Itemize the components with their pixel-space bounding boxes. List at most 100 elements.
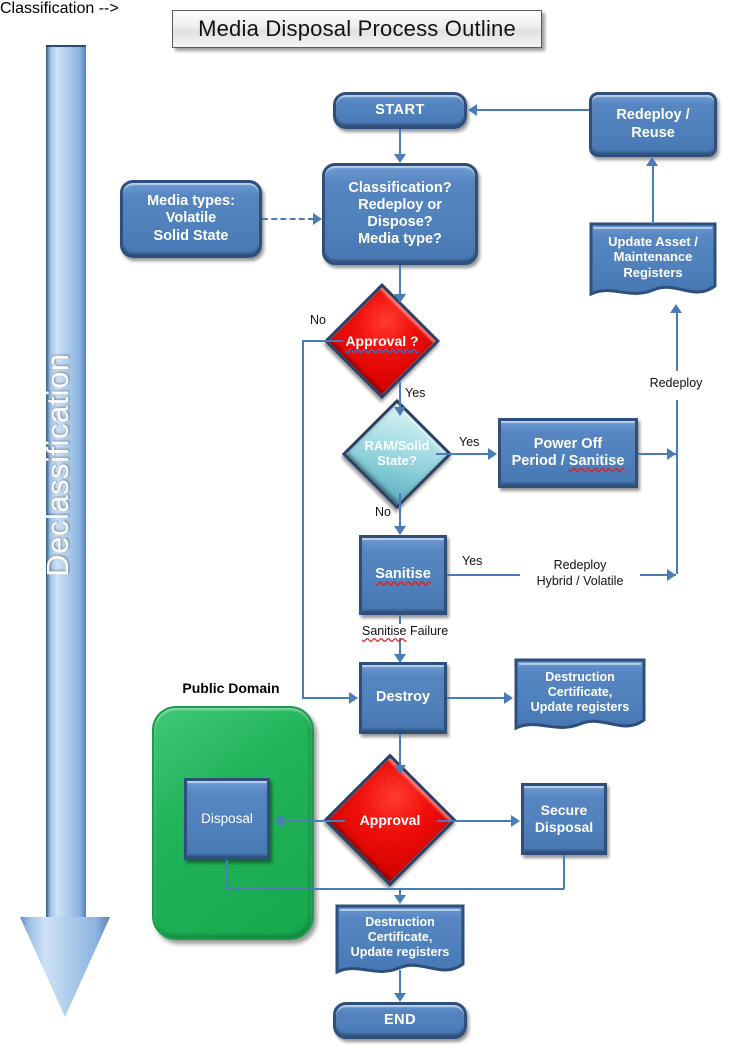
edge-redeploy-to-start-arrow: [468, 104, 477, 116]
node-dc2-line3: Update registers: [350, 945, 450, 960]
node-disposal-label: Disposal: [201, 811, 253, 827]
decision-ram-line2: State?: [377, 453, 417, 468]
node-secure-disposal-line2: Disposal: [534, 819, 594, 835]
node-destruction-certificate-1-text: Destruction Certificate, Update register…: [514, 658, 646, 727]
decision-ram-solid-state-label: RAM/Solid State?: [358, 415, 436, 493]
node-power-off-line2-prefix: Period /: [511, 453, 569, 469]
node-secure-disposal[interactable]: Secure Disposal: [521, 783, 607, 855]
edge-approval1-no-h2: [302, 697, 350, 699]
edge-approval1-no-v: [302, 340, 304, 697]
node-end-label: END: [383, 1011, 417, 1028]
edge-destroy-to-cert1-arrow: [504, 692, 513, 704]
edge-ram-no-arrow: [394, 526, 406, 535]
edge-redeploy-trunk-arrow: [670, 304, 682, 313]
node-classification[interactable]: Classification? Redeploy or Dispose? Med…: [322, 163, 478, 265]
edge-ram-no-v: [399, 493, 401, 526]
node-media-types-line2: Volatile: [165, 210, 217, 227]
node-update-asset-line1: Update Asset /: [608, 233, 698, 249]
node-classification-line4: Media type?: [358, 231, 442, 248]
edge-approval2-to-secure-disposal: [437, 820, 512, 822]
node-update-asset-registers[interactable]: Update Asset / Maintenance Registers: [589, 222, 717, 304]
edge-redeploy-trunk-upper: [676, 313, 678, 371]
node-redeploy-reuse-line1: Redeploy /: [616, 107, 690, 124]
edge-label-sanitise-redeploy-line1: Redeploy: [553, 558, 607, 572]
edge-label-sanitise-failure-rest: Failure: [406, 624, 449, 638]
edge-label-approval1-no: No: [310, 313, 326, 327]
decision-ram-solid-state[interactable]: RAM/Solid State?: [341, 398, 453, 510]
decision-approval-2[interactable]: Approval: [323, 753, 457, 887]
node-power-off-line2-word: Sanitise: [568, 453, 625, 469]
edge-label-sanitise-redeploy: Redeploy Hybrid / Volatile: [520, 558, 640, 590]
node-end[interactable]: END: [333, 1002, 467, 1039]
node-start[interactable]: START: [333, 92, 467, 129]
node-classification-line2: Redeploy or: [358, 196, 442, 213]
edge-destroy-to-approval2: [399, 734, 401, 766]
decision-approval-1-label: Approval ?: [341, 300, 423, 382]
node-power-off-sanitise[interactable]: Power Off Period / Sanitise: [498, 418, 638, 488]
edge-label-sanitise-failure-word: Sanitise: [362, 624, 407, 638]
edge-approval2-to-secure-disposal-arrow: [511, 815, 520, 827]
node-redeploy-reuse[interactable]: Redeploy / Reuse: [589, 92, 717, 157]
node-dc1-line3: Update registers: [530, 699, 630, 714]
node-sanitise-label: Sanitise: [375, 566, 431, 583]
node-dc2-line1: Destruction: [365, 915, 435, 930]
decision-approval-2-text: Approval: [359, 811, 421, 828]
node-update-asset-line2: Maintenance: [613, 249, 693, 265]
edge-start-to-classification-arrow: [394, 154, 406, 163]
edge-approval1-no-h: [302, 340, 343, 342]
decision-ram-line1: RAM/Solid: [364, 438, 430, 454]
edge-disposal-down: [226, 860, 228, 889]
edge-disposal-across: [226, 888, 564, 890]
edge-redeploy-to-start: [477, 109, 589, 111]
edge-label-sanitise-failure: Sanitise Failure: [360, 624, 451, 638]
node-power-off-line1: Power Off: [533, 435, 603, 452]
node-disposal[interactable]: Disposal: [184, 778, 270, 860]
declassification-arrow-head: [20, 917, 110, 1017]
page-title: Media Disposal Process Outline: [172, 10, 542, 48]
edge-approval2-to-disposal: [283, 820, 345, 822]
declassification-label: Declassification: [40, 353, 75, 577]
node-media-types-line1: Media types:: [147, 193, 235, 210]
node-dc1-line1: Destruction: [545, 669, 615, 684]
node-dc2-line2: Certificate,: [367, 930, 433, 945]
edge-label-ram-no: No: [375, 505, 391, 519]
node-redeploy-reuse-line2: Reuse: [631, 124, 675, 141]
node-classification-line3: Dispose?: [367, 214, 433, 230]
node-destruction-certificate-1[interactable]: Destruction Certificate, Update register…: [514, 658, 646, 738]
declassification-arrow: Declassification: [20, 45, 110, 1017]
edge-label-approval1-yes: Yes: [405, 386, 426, 400]
edge-label-sanitise-redeploy-line2: Hybrid / Volatile: [536, 573, 624, 588]
edge-cert2-to-end-arrow: [394, 993, 406, 1002]
decision-approval-2-label: Approval: [343, 773, 437, 867]
edge-approval2-to-disposal-arrow: [274, 815, 283, 827]
edge-start-to-classification: [399, 129, 401, 155]
node-media-types-line3: Solid State: [153, 227, 229, 244]
edge-label-ram-yes: Yes: [459, 435, 480, 449]
edge-media-types-to-classification-arrow: [313, 213, 322, 225]
node-destruction-certificate-2-text: Destruction Certificate, Update register…: [335, 904, 465, 971]
public-domain-label: Public Domain: [182, 680, 280, 696]
edge-classification-to-approval1-arrow: [394, 294, 406, 303]
edge-ram-yes-arrow: [488, 448, 497, 460]
edge-media-types-to-classification: [262, 218, 314, 220]
node-media-types[interactable]: Media types: Volatile Solid State: [120, 180, 262, 258]
edge-sanitise-yes-arrow: [667, 569, 676, 581]
node-start-label: START: [375, 101, 425, 118]
node-power-off-line2: Period / Sanitise: [512, 453, 625, 470]
edge-label-redeploy-right: Redeploy: [649, 376, 703, 390]
edge-destroy-to-cert1: [447, 697, 505, 699]
node-destroy[interactable]: Destroy: [359, 662, 447, 734]
decision-approval-1-text: Approval ?: [345, 332, 419, 349]
edge-approval1-yes-arrow: [394, 407, 406, 416]
node-update-asset-registers-text: Update Asset / Maintenance Registers: [589, 222, 717, 293]
edge-ram-yes-h: [436, 453, 489, 455]
edge-destroy-to-approval2-arrow: [394, 765, 406, 774]
node-dc1-line2: Certificate,: [547, 684, 613, 699]
edge-label-sanitise-yes: Yes: [462, 554, 483, 568]
flowchart-canvas: Media Disposal Process Outline Declassif…: [0, 0, 734, 1052]
node-sanitise[interactable]: Sanitise: [359, 535, 447, 615]
edge-sanitise-to-destroy-arrow: [394, 654, 406, 663]
edge-bottom-trunk-to-cert2-arrow: [394, 895, 406, 904]
decision-approval-1[interactable]: Approval ?: [324, 283, 440, 399]
edge-secure-disposal-down: [563, 855, 565, 889]
